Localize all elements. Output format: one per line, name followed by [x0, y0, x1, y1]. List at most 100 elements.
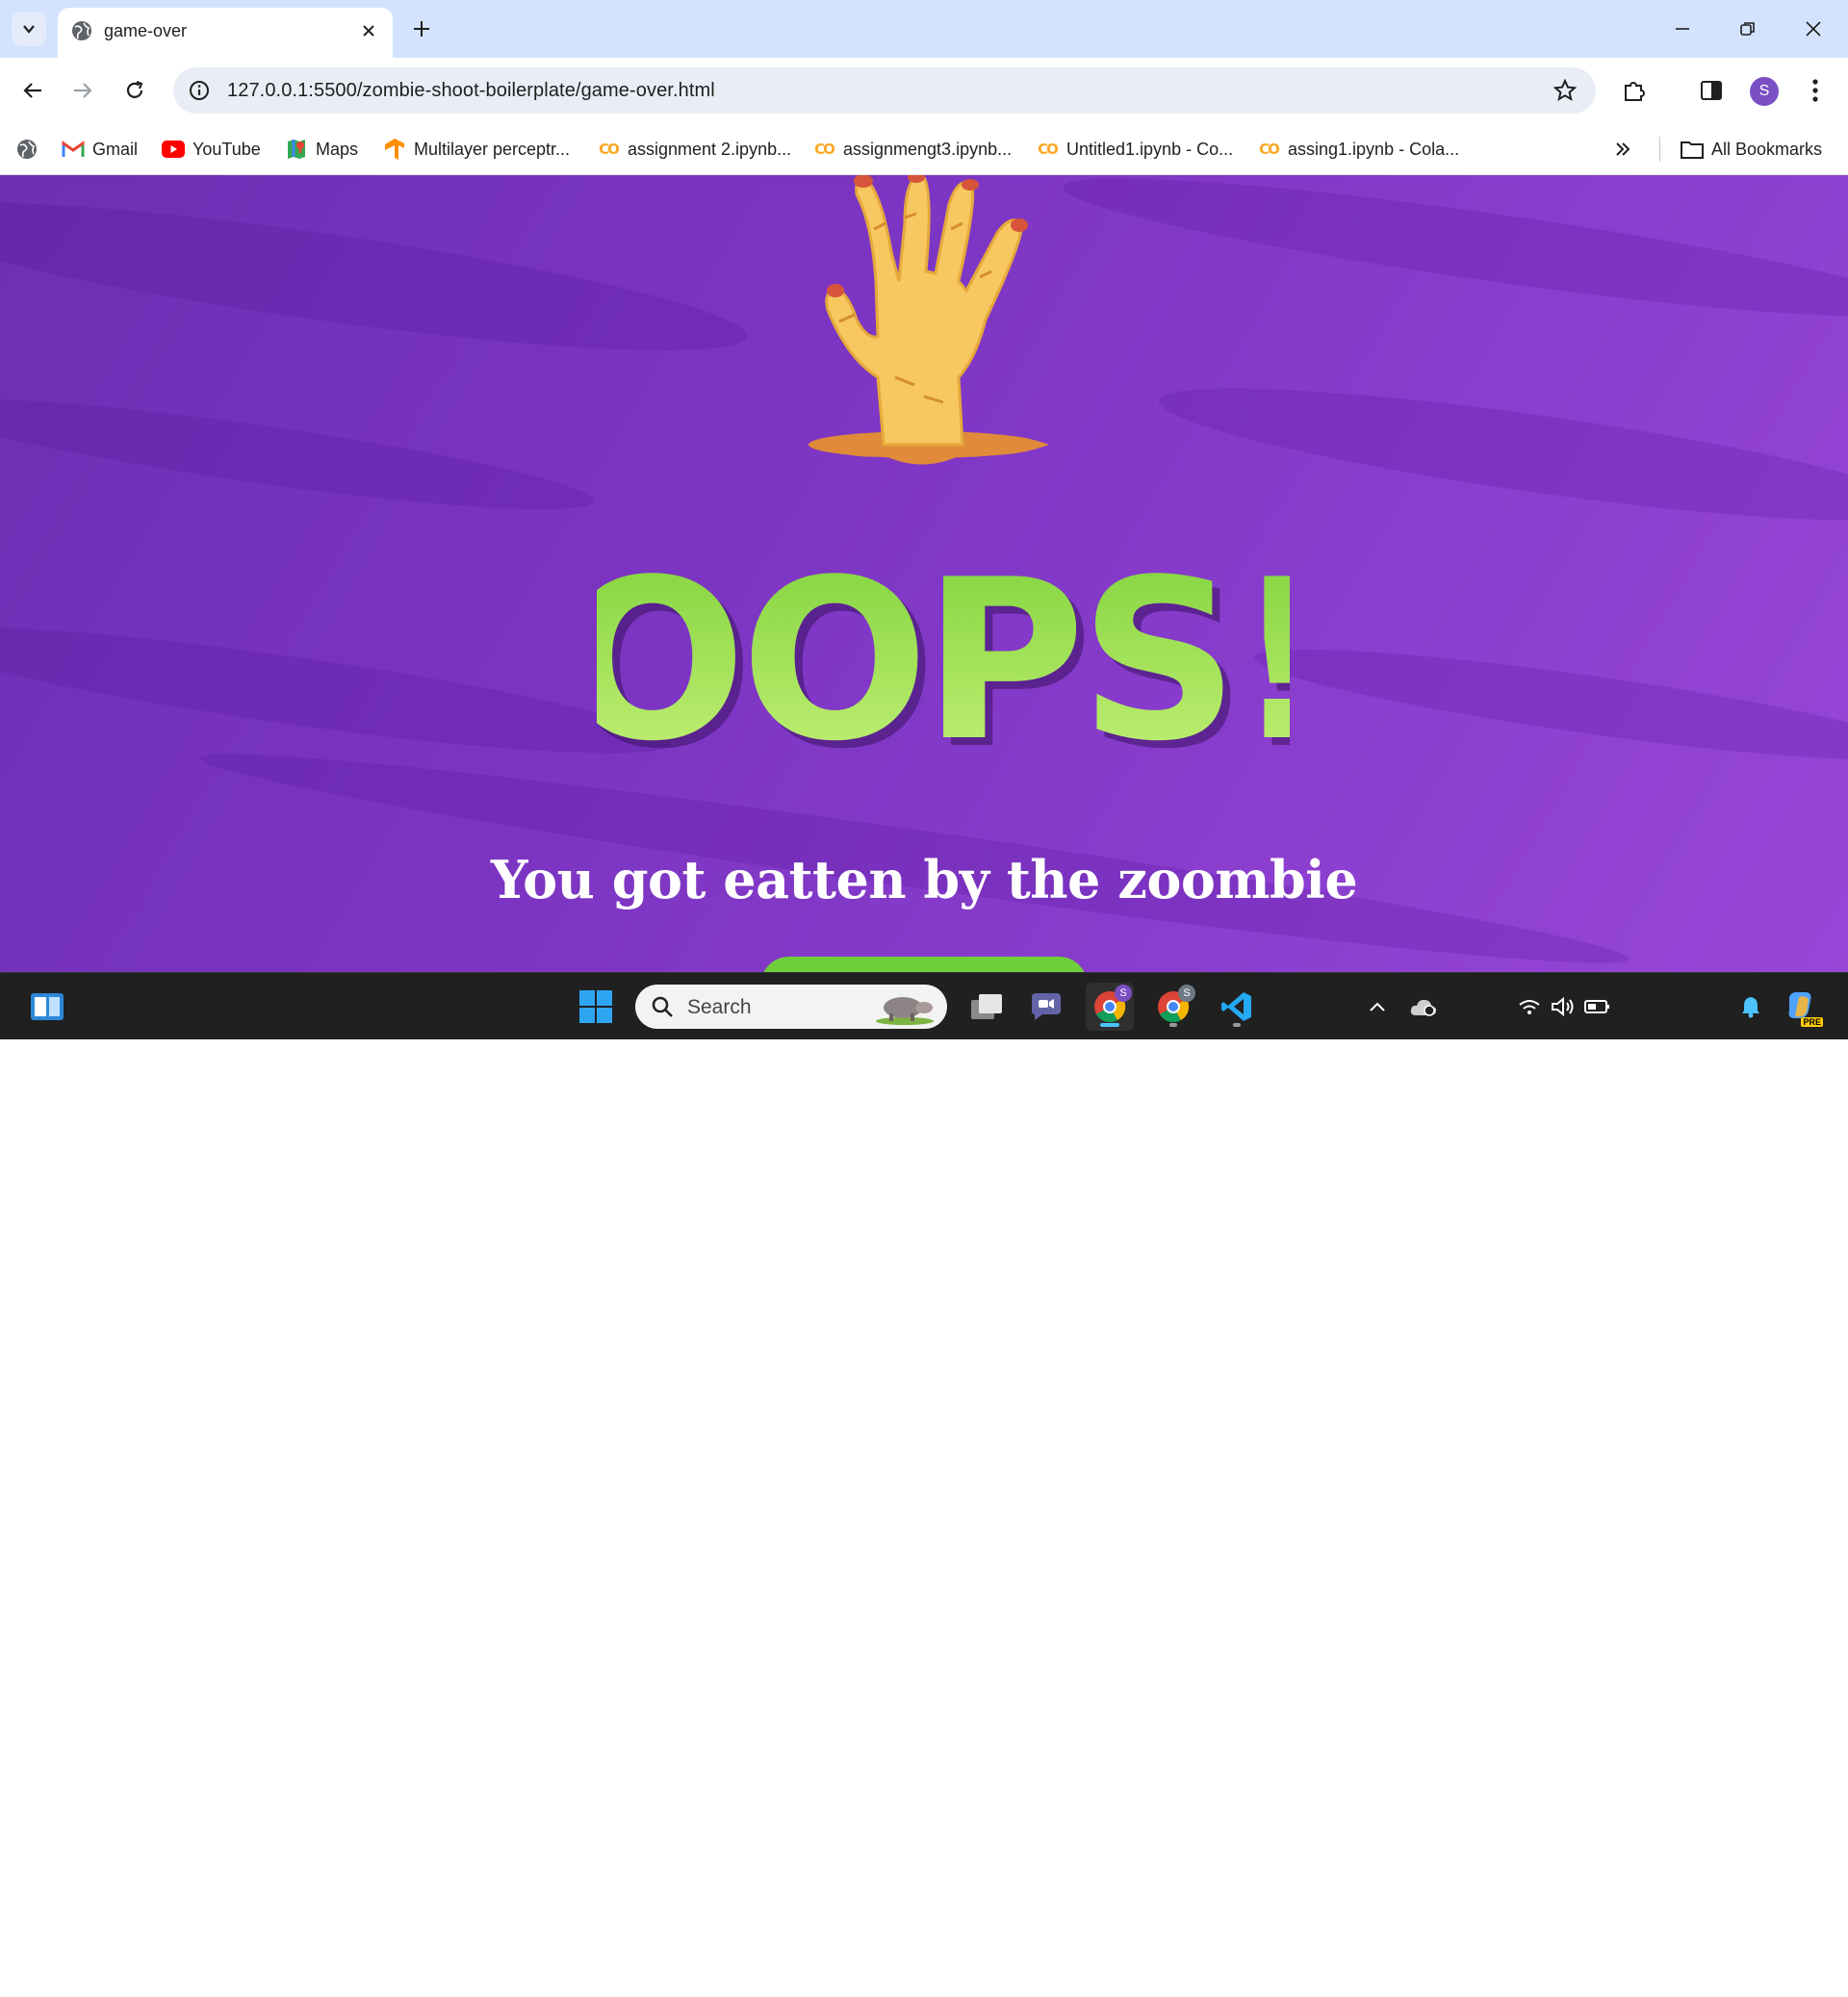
region-code: IN	[1470, 1977, 1487, 1996]
tensorflow-icon	[383, 138, 406, 161]
double-chevron-right-icon	[1616, 142, 1630, 156]
background-streak	[0, 378, 598, 530]
arrow-left-icon	[23, 83, 41, 98]
notifications-button[interactable]	[1727, 983, 1775, 1031]
onedrive-button[interactable]	[1399, 983, 1448, 1031]
tab-search-button[interactable]	[12, 12, 46, 46]
chat-icon	[1032, 993, 1061, 1020]
folder-icon	[1681, 138, 1704, 161]
zombie-hand-illustration	[808, 175, 1049, 465]
forward-button[interactable]	[64, 71, 102, 110]
bell-icon	[1742, 997, 1759, 1018]
extensions-button[interactable]	[1615, 71, 1654, 110]
close-icon	[1806, 21, 1821, 37]
game-over-message: You got eatten by the zoombie	[490, 849, 1358, 910]
colab-icon: CO	[1038, 141, 1059, 158]
gmail-icon	[62, 138, 85, 161]
cloud-icon	[1410, 999, 1437, 1016]
bookmark-multilayer[interactable]: Multilayer perceptr...	[383, 135, 570, 164]
close-window-button[interactable]	[1790, 10, 1836, 48]
bookmark-label: YouTube	[192, 139, 261, 159]
bookmark-star-button[interactable]	[1552, 77, 1578, 104]
copilot-pre-badge: PRE	[1801, 1017, 1823, 1027]
chevron-up-icon	[1370, 1002, 1385, 1011]
oops-title: OOPS! OOPS!	[597, 541, 1290, 791]
profile-avatar[interactable]: S	[1750, 77, 1779, 106]
background-streak	[0, 602, 675, 778]
background-streak	[0, 175, 753, 380]
clock-date: 08-04-2024	[1639, 1977, 1730, 1996]
all-bookmarks-button[interactable]: All Bookmarks	[1681, 135, 1822, 164]
site-info-button[interactable]	[185, 76, 214, 105]
background-streak	[1058, 175, 1848, 342]
taskbar-chrome-second[interactable]: S	[1149, 983, 1197, 1031]
widgets-button[interactable]	[23, 983, 71, 1031]
bookmark-assing1[interactable]: CO assing1.ipynb - Cola...	[1257, 135, 1459, 164]
bookmark-label: Gmail	[92, 139, 139, 159]
browser-tab-strip: game-over	[0, 0, 1848, 58]
bookmark-label: assignmengt3.ipynb...	[843, 139, 1013, 159]
colab-icon: CO	[599, 141, 620, 158]
restore-icon	[1740, 22, 1755, 36]
play-again-button[interactable]	[760, 957, 1088, 972]
copilot-button[interactable]: PRE	[1777, 983, 1825, 1031]
browser-tab-active[interactable]: game-over	[58, 8, 393, 58]
start-button[interactable]	[572, 983, 620, 1031]
taskbar-vscode[interactable]	[1213, 983, 1261, 1031]
reload-icon	[126, 80, 143, 98]
chevron-down-icon	[23, 25, 35, 34]
back-button[interactable]	[13, 71, 52, 110]
url-text[interactable]: 127.0.0.1:5500/zombie-shoot-boilerplate/…	[227, 80, 715, 102]
bookmark-youtube[interactable]: YouTube	[162, 135, 261, 164]
windows-logo-icon	[579, 990, 612, 1023]
task-view-icon	[971, 994, 1002, 1019]
arrow-right-icon	[74, 83, 92, 98]
address-bar[interactable]: 127.0.0.1:5500/zombie-shoot-boilerplate/…	[173, 67, 1596, 114]
restore-button[interactable]	[1725, 10, 1771, 48]
quick-settings-button[interactable]	[1511, 983, 1617, 1031]
teams-chat-button[interactable]	[1022, 983, 1070, 1031]
task-view-button[interactable]	[962, 983, 1011, 1031]
minimize-icon	[1676, 28, 1689, 30]
bookmark-label: Maps	[316, 139, 359, 159]
bookmarks-overflow-button[interactable]	[1613, 135, 1632, 164]
bookmark-assignment3[interactable]: CO assignmengt3.ipynb...	[812, 135, 1012, 164]
side-panel-button[interactable]	[1692, 71, 1731, 110]
tab-title: game-over	[104, 21, 188, 40]
clock-time: 17:32	[1662, 1956, 1707, 1975]
colab-icon: CO	[1259, 141, 1280, 158]
youtube-icon	[162, 138, 185, 161]
background-streak	[1153, 362, 1848, 547]
plus-icon	[414, 21, 429, 37]
bookmarks-bar: Gmail YouTube Maps Multilayer perceptr..…	[0, 123, 1848, 175]
oops-text: OOPS!	[597, 541, 1290, 790]
bookmark-assignment2[interactable]: CO assignment 2.ipynb...	[597, 135, 791, 164]
show-hidden-icons-button[interactable]	[1353, 983, 1401, 1031]
bookmark-gmail[interactable]: Gmail	[62, 135, 138, 164]
menu-button[interactable]	[1796, 71, 1835, 110]
search-icon	[652, 996, 673, 1017]
language-code: ENG	[1459, 1956, 1498, 1975]
apps-shortcut[interactable]	[15, 135, 38, 164]
more-vertical-icon	[1812, 79, 1818, 102]
bookmarks-divider	[1659, 137, 1660, 162]
reload-button[interactable]	[116, 71, 154, 110]
profile-badge: S	[1178, 985, 1195, 1002]
new-tab-button[interactable]	[408, 15, 435, 42]
taskbar-chrome-active[interactable]: S	[1086, 983, 1134, 1031]
bookmark-maps[interactable]: Maps	[285, 135, 358, 164]
clock[interactable]: 17:32 08-04-2024	[1630, 1955, 1738, 1997]
bookmark-label: Multilayer perceptr...	[414, 139, 571, 159]
active-indicator	[1100, 1023, 1119, 1027]
vscode-icon	[1221, 992, 1251, 1021]
globe-icon	[72, 21, 91, 40]
running-indicator	[1233, 1023, 1241, 1027]
bookmark-untitled1[interactable]: CO Untitled1.ipynb - Co...	[1036, 135, 1233, 164]
running-indicator	[1169, 1023, 1177, 1027]
minimize-button[interactable]	[1659, 10, 1706, 48]
close-tab-button[interactable]	[358, 20, 379, 41]
profile-badge: S	[1115, 985, 1132, 1002]
taskbar-search-box[interactable]: Search	[635, 985, 947, 1029]
language-indicator[interactable]: ENG IN	[1451, 1955, 1505, 1997]
side-panel-icon	[1701, 81, 1722, 100]
